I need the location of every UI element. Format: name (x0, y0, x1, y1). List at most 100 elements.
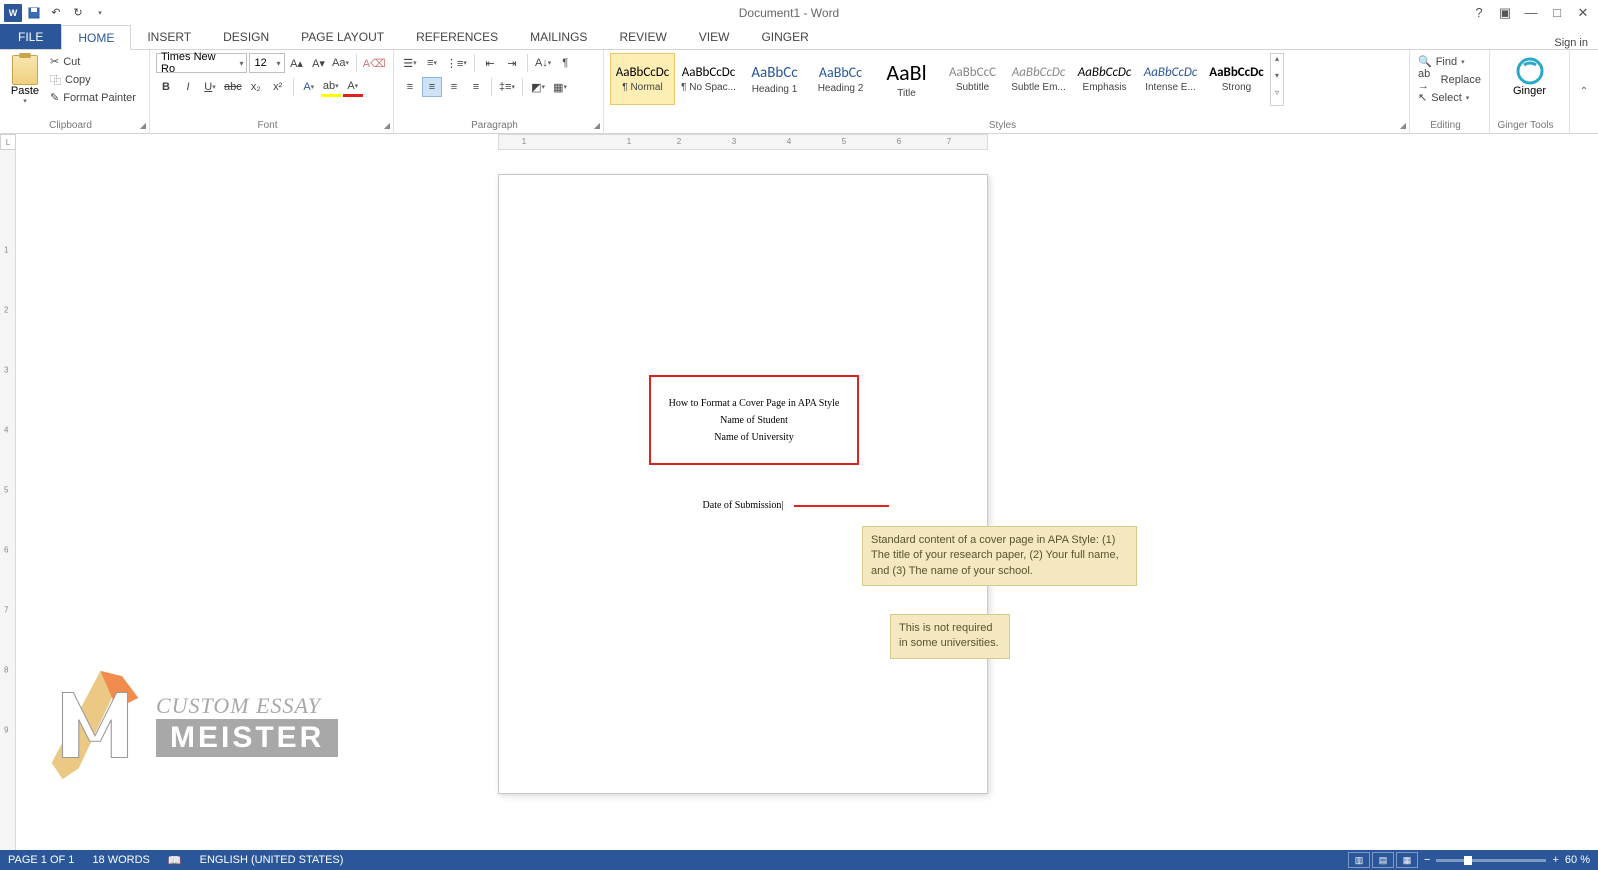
styles-launcher-icon[interactable]: ◢ (1400, 121, 1406, 130)
font-size-combo[interactable]: 12 (249, 53, 284, 73)
style-subtle-emphasis[interactable]: AaBbCcDcSubtle Em... (1006, 53, 1071, 105)
clipboard-label: Clipboard (0, 120, 141, 131)
sign-in-link[interactable]: Sign in (1544, 37, 1598, 49)
style-heading1[interactable]: AaBbCcHeading 1 (742, 53, 807, 105)
font-color-icon[interactable]: A (343, 77, 363, 97)
bold-icon[interactable]: B (156, 77, 176, 97)
ginger-label: Ginger Tools (1490, 120, 1561, 131)
page-layout-tab[interactable]: PAGE LAYOUT (285, 24, 400, 49)
vertical-ruler[interactable]: 123 456 789 (0, 150, 16, 850)
web-layout-icon[interactable]: ▦ (1396, 852, 1418, 868)
paragraph-launcher-icon[interactable]: ◢ (594, 121, 600, 130)
design-tab[interactable]: DESIGN (207, 24, 285, 49)
borders-icon[interactable]: ▦ (550, 77, 570, 97)
mailings-tab[interactable]: MAILINGS (514, 24, 603, 49)
shading-icon[interactable]: ◩ (528, 77, 548, 97)
cut-button[interactable]: ✂ Cut (48, 53, 138, 70)
style-intense-emphasis[interactable]: AaBbCcDcIntense E... (1138, 53, 1203, 105)
style-scroll[interactable]: ▴▾▿ (1270, 53, 1284, 106)
editing-label: Editing (1410, 120, 1481, 131)
show-hide-icon[interactable]: ¶ (555, 53, 575, 73)
paragraph-label: Paragraph (394, 120, 595, 131)
format-painter-button[interactable]: ✎ Format Painter (48, 89, 138, 106)
paste-button[interactable]: Paste ▾ (6, 53, 44, 106)
print-layout-icon[interactable]: ▤ (1372, 852, 1394, 868)
align-left-icon[interactable]: ≡ (400, 77, 420, 97)
doc-name-line: Name of Student (720, 415, 788, 426)
font-launcher-icon[interactable]: ◢ (384, 121, 390, 130)
decrease-indent-icon[interactable]: ⇤ (480, 53, 500, 73)
highlight-icon[interactable]: ab (321, 77, 341, 97)
copy-button[interactable]: ⿻ Copy (48, 71, 138, 88)
style-gallery: AaBbCcDc¶ Normal AaBbCcDc¶ No Spac... Aa… (610, 53, 1403, 106)
undo-icon[interactable]: ↶ (46, 4, 66, 22)
style-subtitle[interactable]: AaBbCcCSubtitle (940, 53, 1005, 105)
home-tab[interactable]: HOME (61, 25, 131, 50)
line-spacing-icon[interactable]: ‡≡ (497, 77, 517, 97)
document-page[interactable]: How to Format a Cover Page in APA Style … (498, 174, 988, 794)
maximize-icon[interactable]: □ (1546, 5, 1568, 21)
strike-icon[interactable]: abc (222, 77, 244, 97)
tab-stop-selector[interactable]: L (0, 134, 16, 150)
multilevel-icon[interactable]: ⋮≡ (444, 53, 469, 73)
select-button[interactable]: ↖ Select (1416, 89, 1483, 106)
collapse-ribbon-icon[interactable]: ⌃ (1570, 50, 1598, 133)
align-center-icon[interactable]: ≡ (422, 77, 442, 97)
style-emphasis[interactable]: AaBbCcDcEmphasis (1072, 53, 1137, 105)
shrink-font-icon[interactable]: A▾ (309, 53, 329, 73)
horizontal-ruler[interactable]: 1 1 2 3 4 5 6 7 (498, 134, 988, 150)
increase-indent-icon[interactable]: ⇥ (502, 53, 522, 73)
comment-cover-content: Standard content of a cover page in APA … (862, 526, 1137, 586)
align-right-icon[interactable]: ≡ (444, 77, 464, 97)
insert-tab[interactable]: INSERT (131, 24, 207, 49)
zoom-level[interactable]: 60 % (1565, 854, 1590, 866)
page-indicator[interactable]: PAGE 1 OF 1 (8, 854, 74, 866)
save-icon[interactable] (24, 4, 44, 22)
superscript-icon[interactable]: x² (268, 77, 288, 97)
file-tab[interactable]: FILE (0, 24, 61, 49)
style-no-spacing[interactable]: AaBbCcDc¶ No Spac... (676, 53, 741, 105)
close-icon[interactable]: ✕ (1572, 5, 1594, 21)
text-effects-icon[interactable]: A (299, 77, 319, 97)
subscript-icon[interactable]: x₂ (246, 77, 266, 97)
callout-arrow-icon (794, 505, 889, 507)
read-mode-icon[interactable]: ▥ (1348, 852, 1370, 868)
clipboard-launcher-icon[interactable]: ◢ (140, 121, 146, 130)
change-case-icon[interactable]: Aa (331, 53, 351, 73)
paste-icon (12, 55, 38, 85)
zoom-slider[interactable] (1436, 859, 1546, 862)
paste-label: Paste (11, 85, 39, 97)
style-heading2[interactable]: AaBbCcHeading 2 (808, 53, 873, 105)
help-icon[interactable]: ? (1468, 5, 1490, 21)
spellcheck-icon[interactable]: 📖 (168, 854, 182, 867)
italic-icon[interactable]: I (178, 77, 198, 97)
clear-format-icon[interactable]: A⌫ (361, 53, 387, 73)
style-normal[interactable]: AaBbCcDc¶ Normal (610, 53, 675, 105)
grow-font-icon[interactable]: A▴ (287, 53, 307, 73)
sort-icon[interactable]: A↓ (533, 53, 553, 73)
word-count[interactable]: 18 WORDS (92, 854, 149, 866)
qat-customize-icon[interactable] (90, 4, 110, 22)
style-title[interactable]: AaBlTitle (874, 53, 939, 105)
styles-label: Styles (604, 120, 1401, 131)
font-label: Font (150, 120, 385, 131)
style-strong[interactable]: AaBbCcDcStrong (1204, 53, 1269, 105)
view-tab[interactable]: VIEW (683, 24, 746, 49)
underline-icon[interactable]: U (200, 77, 220, 97)
language-indicator[interactable]: ENGLISH (UNITED STATES) (200, 854, 344, 866)
ribbon-display-icon[interactable]: ▣ (1494, 5, 1516, 21)
review-tab[interactable]: REVIEW (603, 24, 682, 49)
redo-icon[interactable]: ↻ (68, 4, 88, 22)
justify-icon[interactable]: ≡ (466, 77, 486, 97)
bullets-icon[interactable]: ☰ (400, 53, 420, 73)
replace-button[interactable]: ab → Replace (1416, 71, 1483, 88)
ginger-group: Ginger Ginger Tools (1490, 50, 1570, 133)
ginger-button[interactable]: Ginger (1496, 53, 1563, 97)
minimize-icon[interactable]: — (1520, 5, 1542, 21)
numbering-icon[interactable]: ≡ (422, 53, 442, 73)
ginger-tab[interactable]: GINGER (745, 24, 824, 49)
zoom-out-icon[interactable]: − (1424, 854, 1430, 866)
font-family-combo[interactable]: Times New Ro (156, 53, 247, 73)
zoom-in-icon[interactable]: + (1552, 854, 1558, 866)
references-tab[interactable]: REFERENCES (400, 24, 514, 49)
